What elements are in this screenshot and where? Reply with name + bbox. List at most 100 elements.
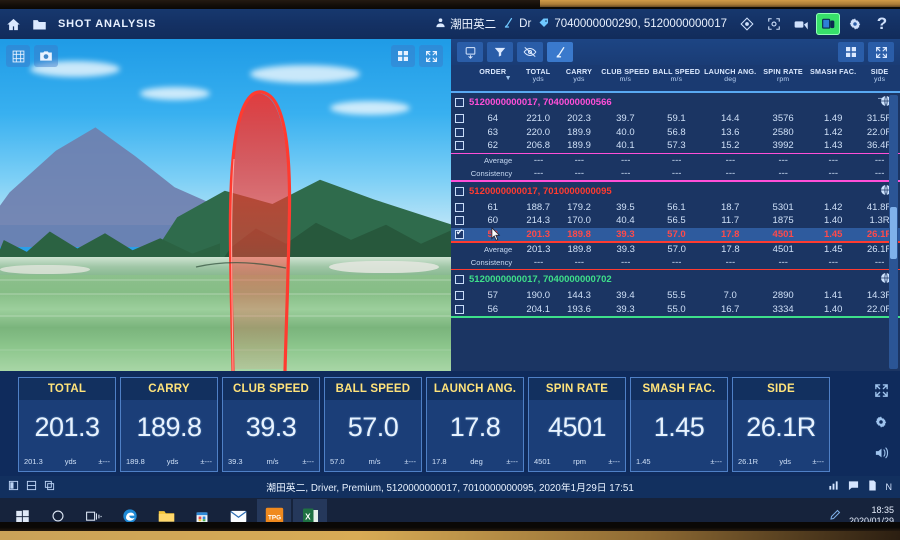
metric-card[interactable]: SIDE 26.1R 26.1R yds ±--- [732, 376, 830, 472]
metric-card[interactable]: LAUNCH ANG. 17.8 17.8 deg ±--- [426, 376, 524, 472]
table-row[interactable]: 63 220.0 189.9 40.0 56.8 13.6 2580 1.42 22.0R [451, 126, 900, 140]
row-checkbox[interactable] [454, 228, 464, 239]
group-header[interactable]: 5120000000017, 7040000000702 [451, 270, 900, 289]
row-checkbox-wrap[interactable] [451, 127, 468, 137]
group-checkbox[interactable] [455, 98, 464, 107]
hide-shot-button[interactable] [517, 42, 543, 62]
table-row[interactable]: 60 214.3 170.0 40.4 56.5 11.7 1875 1.40 1.3R [451, 214, 900, 228]
expand-table-button[interactable] [868, 42, 894, 62]
task-view-icon[interactable] [77, 499, 111, 524]
device-connect-icon[interactable] [816, 13, 840, 35]
metric-unit: m/s [368, 457, 381, 466]
save-shots-button[interactable] [457, 42, 483, 62]
volume-icon[interactable] [874, 446, 889, 465]
start-button[interactable] [5, 499, 39, 524]
settings-gear-icon[interactable] [843, 13, 867, 35]
device-ids: 7040000000290, 5120000000017 [554, 18, 727, 30]
row-checkbox[interactable] [454, 141, 464, 151]
titlebar-meta-group: 潮田英二 Dr 7040000000290, 5120000000017 [435, 16, 735, 32]
metric-sub: 39.3 [228, 457, 243, 466]
group-header[interactable]: 5120000000017, 7040000000566 [451, 93, 900, 112]
row-checkbox[interactable] [454, 202, 464, 212]
row-checkbox-wrap[interactable] [451, 202, 468, 212]
cortana-search-icon[interactable] [41, 499, 75, 524]
fullscreen-icon[interactable] [874, 383, 889, 403]
table-row[interactable]: 61 188.7 179.2 39.5 56.1 18.7 5301 1.42 41.8R [451, 201, 900, 215]
row-checkbox[interactable] [454, 216, 464, 226]
layout-grid-icon[interactable] [391, 45, 415, 67]
row-checkbox-wrap[interactable] [451, 291, 468, 301]
pen-icon[interactable] [829, 509, 841, 523]
excel-icon[interactable]: X [293, 499, 327, 524]
cell-carry: 189.9 [567, 140, 591, 152]
col-launch-angle[interactable]: LAUNCH ANG. deg [701, 65, 759, 84]
shot-trajectory [195, 90, 292, 371]
col-carry[interactable]: CARRY yds [559, 65, 600, 84]
table-row[interactable]: 56 204.1 193.6 39.3 55.0 16.7 3334 1.40 22.0R [451, 303, 900, 317]
clock-time: 18:35 [871, 504, 894, 515]
file-explorer-icon[interactable] [149, 499, 183, 524]
scrollbar-thumb[interactable] [890, 207, 897, 259]
group-checkbox[interactable] [455, 275, 464, 284]
col-order[interactable]: ORDER ▼ [468, 65, 518, 82]
home-icon[interactable] [0, 9, 26, 39]
fullscreen-icon[interactable] [419, 45, 443, 67]
app-status-bar: 潮田英二, Driver, Premium, 5120000000017, 70… [0, 476, 900, 498]
row-checkbox[interactable] [454, 127, 464, 137]
row-checkbox[interactable] [454, 114, 464, 124]
cons-smash: --- [828, 256, 839, 268]
grid-view-button[interactable] [838, 42, 864, 62]
row-checkbox-wrap[interactable] [451, 304, 468, 314]
settings-gear-icon[interactable] [874, 415, 888, 434]
col-total[interactable]: TOTAL yds [518, 65, 559, 84]
metric-card[interactable]: BALL SPEED 57.0 57.0 m/s ±--- [324, 376, 422, 472]
metric-card[interactable]: CARRY 189.8 189.8 yds ±--- [120, 376, 218, 472]
table-row[interactable]: 64 221.0 202.3 39.7 59.1 14.4 3576 1.49 31.5R [451, 112, 900, 126]
row-checkbox[interactable] [454, 304, 464, 314]
simulator-left-tools [6, 45, 58, 67]
group-header[interactable]: 5120000000017, 7010000000095 [451, 182, 900, 201]
detect-frame-icon[interactable] [762, 13, 786, 35]
row-checkbox-wrap[interactable] [451, 114, 468, 124]
help-icon[interactable]: ? [870, 13, 894, 35]
grid-overlay-icon[interactable] [6, 45, 30, 67]
row-checkbox-wrap[interactable] [451, 216, 468, 226]
video-camera-icon[interactable] [789, 13, 813, 35]
device-id-meta[interactable]: 7040000000290, 5120000000017 [538, 17, 727, 32]
table-row[interactable]: 59201.3189.839.357.017.845011.4526.1R [451, 227, 900, 242]
col-side[interactable]: SIDE yds [859, 65, 900, 84]
metric-sub: 26.1R [738, 457, 759, 466]
club-filter-button[interactable] [547, 42, 573, 62]
col-spin-rate[interactable]: SPIN RATE rpm [759, 65, 807, 84]
calibrate-target-icon[interactable] [735, 13, 759, 35]
club-meta[interactable]: Dr [503, 17, 531, 32]
table-scrollbar[interactable] [889, 95, 898, 369]
col-club-speed[interactable]: CLUB SPEED m/s [599, 65, 651, 84]
shot-table[interactable]: — 5120000000017, 7040000000566 64221.020… [451, 93, 900, 371]
folder-icon[interactable] [26, 9, 52, 39]
group-checkbox[interactable] [455, 186, 464, 196]
player-meta[interactable]: 潮田英二 [435, 16, 496, 32]
cell-club-speed: 40.4 [616, 215, 635, 227]
table-row[interactable]: 62 206.8 189.9 40.1 57.3 15.2 3992 1.43 36.4R [451, 139, 900, 153]
row-checkbox-wrap[interactable] [451, 141, 468, 151]
row-checkbox[interactable] [454, 291, 464, 301]
microsoft-store-icon[interactable] [185, 499, 219, 524]
metric-card[interactable]: TOTAL 201.3 201.3 yds ±--- [18, 376, 116, 472]
cell-club-speed: 40.0 [616, 126, 635, 138]
row-checkbox-wrap[interactable] [451, 228, 468, 239]
filter-button[interactable] [487, 42, 513, 62]
camera-snapshot-icon[interactable] [34, 45, 58, 67]
table-row[interactable]: 57 190.0 144.3 39.4 55.5 7.0 2890 1.41 14.3R [451, 289, 900, 303]
col-smash-factor[interactable]: SMASH FAC. [807, 65, 859, 76]
cons-spin-rate: --- [778, 256, 788, 268]
mail-icon[interactable] [221, 499, 255, 524]
edge-browser-icon[interactable] [113, 499, 147, 524]
metric-card[interactable]: SPIN RATE 4501 4501 rpm ±--- [528, 376, 626, 472]
col-ball-speed[interactable]: BALL SPEED m/s [651, 65, 701, 84]
metric-card[interactable]: SMASH FAC. 1.45 1.45 ±--- [630, 376, 728, 472]
taskbar-items: TPG X [0, 499, 327, 524]
shot-simulator-view[interactable] [0, 39, 451, 371]
tpg-app-icon[interactable]: TPG [257, 499, 291, 524]
metric-card[interactable]: CLUB SPEED 39.3 39.3 m/s ±--- [222, 376, 320, 472]
